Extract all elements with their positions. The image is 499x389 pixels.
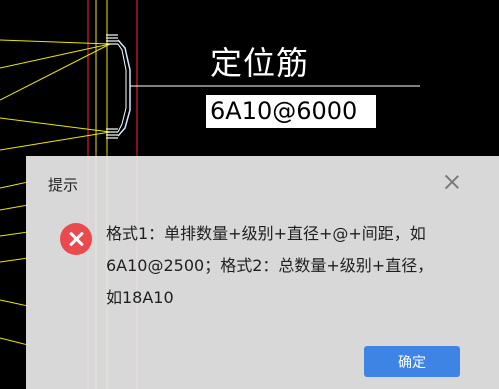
yellow-diagonal-line: [0, 204, 29, 211]
yellow-diagonal-line: [0, 181, 29, 189]
rebar-tick-marks-bottom: [106, 128, 118, 139]
yellow-diagonal-line: [0, 337, 29, 346]
rebar-spec-input[interactable]: 6A10@6000: [206, 95, 376, 128]
yellow-diagonal-line: [0, 231, 29, 237]
dialog-title: 提示: [48, 176, 79, 194]
yellow-diagonal-line: [0, 117, 111, 133]
dialog-message: 格式1：单排数量+级别+直径+@+间距，如6A10@2500；格式2：总数量+级…: [106, 224, 434, 307]
error-x-icon: [60, 223, 92, 255]
rebar-bracket-inner: [117, 43, 127, 133]
rebar-label-text: 定位筋: [210, 44, 310, 82]
close-icon[interactable]: [443, 173, 461, 191]
yellow-diagonal-line: [0, 43, 111, 69]
yellow-diagonal-line: [0, 43, 111, 101]
prompt-dialog: 提示 格式1：单排数量+级别+直径+@+间距，如6A10@2500；格式2：总数…: [26, 156, 499, 389]
ok-button[interactable]: 确定: [364, 346, 460, 377]
rebar-tick-marks-top: [106, 34, 118, 45]
rebar-bracket-outline: [117, 39, 131, 137]
yellow-diagonal-line: [0, 131, 111, 151]
yellow-diagonal-line: [0, 299, 29, 307]
yellow-diagonal-line: [0, 39, 111, 45]
yellow-diagonal-line: [0, 257, 29, 263]
